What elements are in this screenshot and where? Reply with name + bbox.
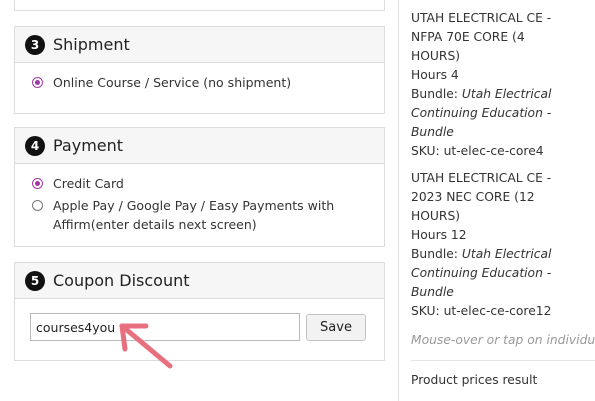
option-label-line1: Apple Pay / Google Pay / Easy Payments w… [53, 198, 335, 213]
item-title-line: NFPA 70E CORE (4 [411, 30, 525, 44]
shipment-option-online[interactable]: Online Course / Service (no shipment) [29, 73, 370, 92]
shipment-title: Shipment [53, 35, 130, 54]
item-hours: Hours 12 [411, 228, 467, 242]
payment-header: 4 Payment [15, 128, 384, 164]
coupon-title: Coupon Discount [53, 271, 190, 290]
pointer-arrow-icon [119, 323, 173, 369]
bundle-name-line: Continuing Education - [411, 106, 552, 120]
item-title-line: UTAH ELECTRICAL CE - [411, 11, 552, 25]
shipment-header: 3 Shipment [15, 27, 384, 63]
coupon-header: 5 Coupon Discount [15, 263, 384, 299]
item-sku: SKU: ut-elec-ce-core12 [411, 304, 552, 318]
item-title-line: HOURS) [411, 209, 461, 223]
bundle-label: Bundle: [411, 247, 462, 261]
product-prices-note: Product prices result [411, 373, 538, 387]
bundle-name-line: Utah Electrical [461, 247, 552, 261]
payment-option-credit-card[interactable]: Credit Card [29, 174, 370, 193]
mouseover-hint: Mouse-over or tap on individual ite [411, 333, 595, 347]
column-divider [398, 0, 399, 401]
bundle-name-line: Bundle [411, 125, 454, 139]
cart-item: UTAH ELECTRICAL CE - 2023 NEC CORE (12 H… [411, 169, 595, 321]
cart-item: UTAH ELECTRICAL CE - NFPA 70E CORE (4 HO… [411, 9, 595, 161]
shipment-panel: 3 Shipment Online Course / Service (no s… [14, 26, 385, 114]
item-hours: Hours 4 [411, 68, 459, 82]
bundle-label: Bundle: [411, 87, 462, 101]
option-label: Credit Card [53, 176, 124, 191]
item-bundle: Bundle: Utah Electrical [411, 85, 595, 104]
radio-selected-icon[interactable] [32, 178, 43, 189]
radio-selected-icon[interactable] [32, 77, 43, 88]
item-title-line: UTAH ELECTRICAL CE - [411, 171, 552, 185]
bundle-name-line: Bundle [411, 285, 454, 299]
item-title-line: 2023 NEC CORE (12 [411, 190, 535, 204]
option-label-line2: Affirm(enter details next screen) [53, 217, 257, 232]
item-sku: SKU: ut-elec-ce-core4 [411, 144, 544, 158]
radio-unselected-icon[interactable] [32, 200, 43, 211]
item-title-line: HOURS) [411, 49, 461, 63]
step-number-badge: 5 [25, 270, 45, 291]
payment-panel: 4 Payment Credit Card Apple Pay / Google… [14, 127, 385, 247]
checkout-steps-column: 3 Shipment Online Course / Service (no s… [0, 0, 398, 401]
bundle-name-line: Continuing Education - [411, 266, 552, 280]
option-label: Online Course / Service (no shipment) [53, 75, 292, 90]
step-number-badge: 3 [25, 34, 45, 55]
previous-step-panel [14, 0, 385, 11]
order-summary-column: UTAH ELECTRICAL CE - NFPA 70E CORE (4 HO… [411, 0, 595, 390]
payment-title: Payment [53, 136, 124, 155]
step-number-badge: 4 [25, 135, 45, 156]
save-coupon-button[interactable]: Save [306, 313, 366, 341]
bundle-name-line: Utah Electrical [461, 87, 552, 101]
payment-option-apple-google-pay[interactable]: Apple Pay / Google Pay / Easy Payments w… [29, 196, 370, 234]
coupon-panel: 5 Coupon Discount Save [14, 262, 385, 361]
item-bundle: Bundle: Utah Electrical [411, 245, 595, 264]
